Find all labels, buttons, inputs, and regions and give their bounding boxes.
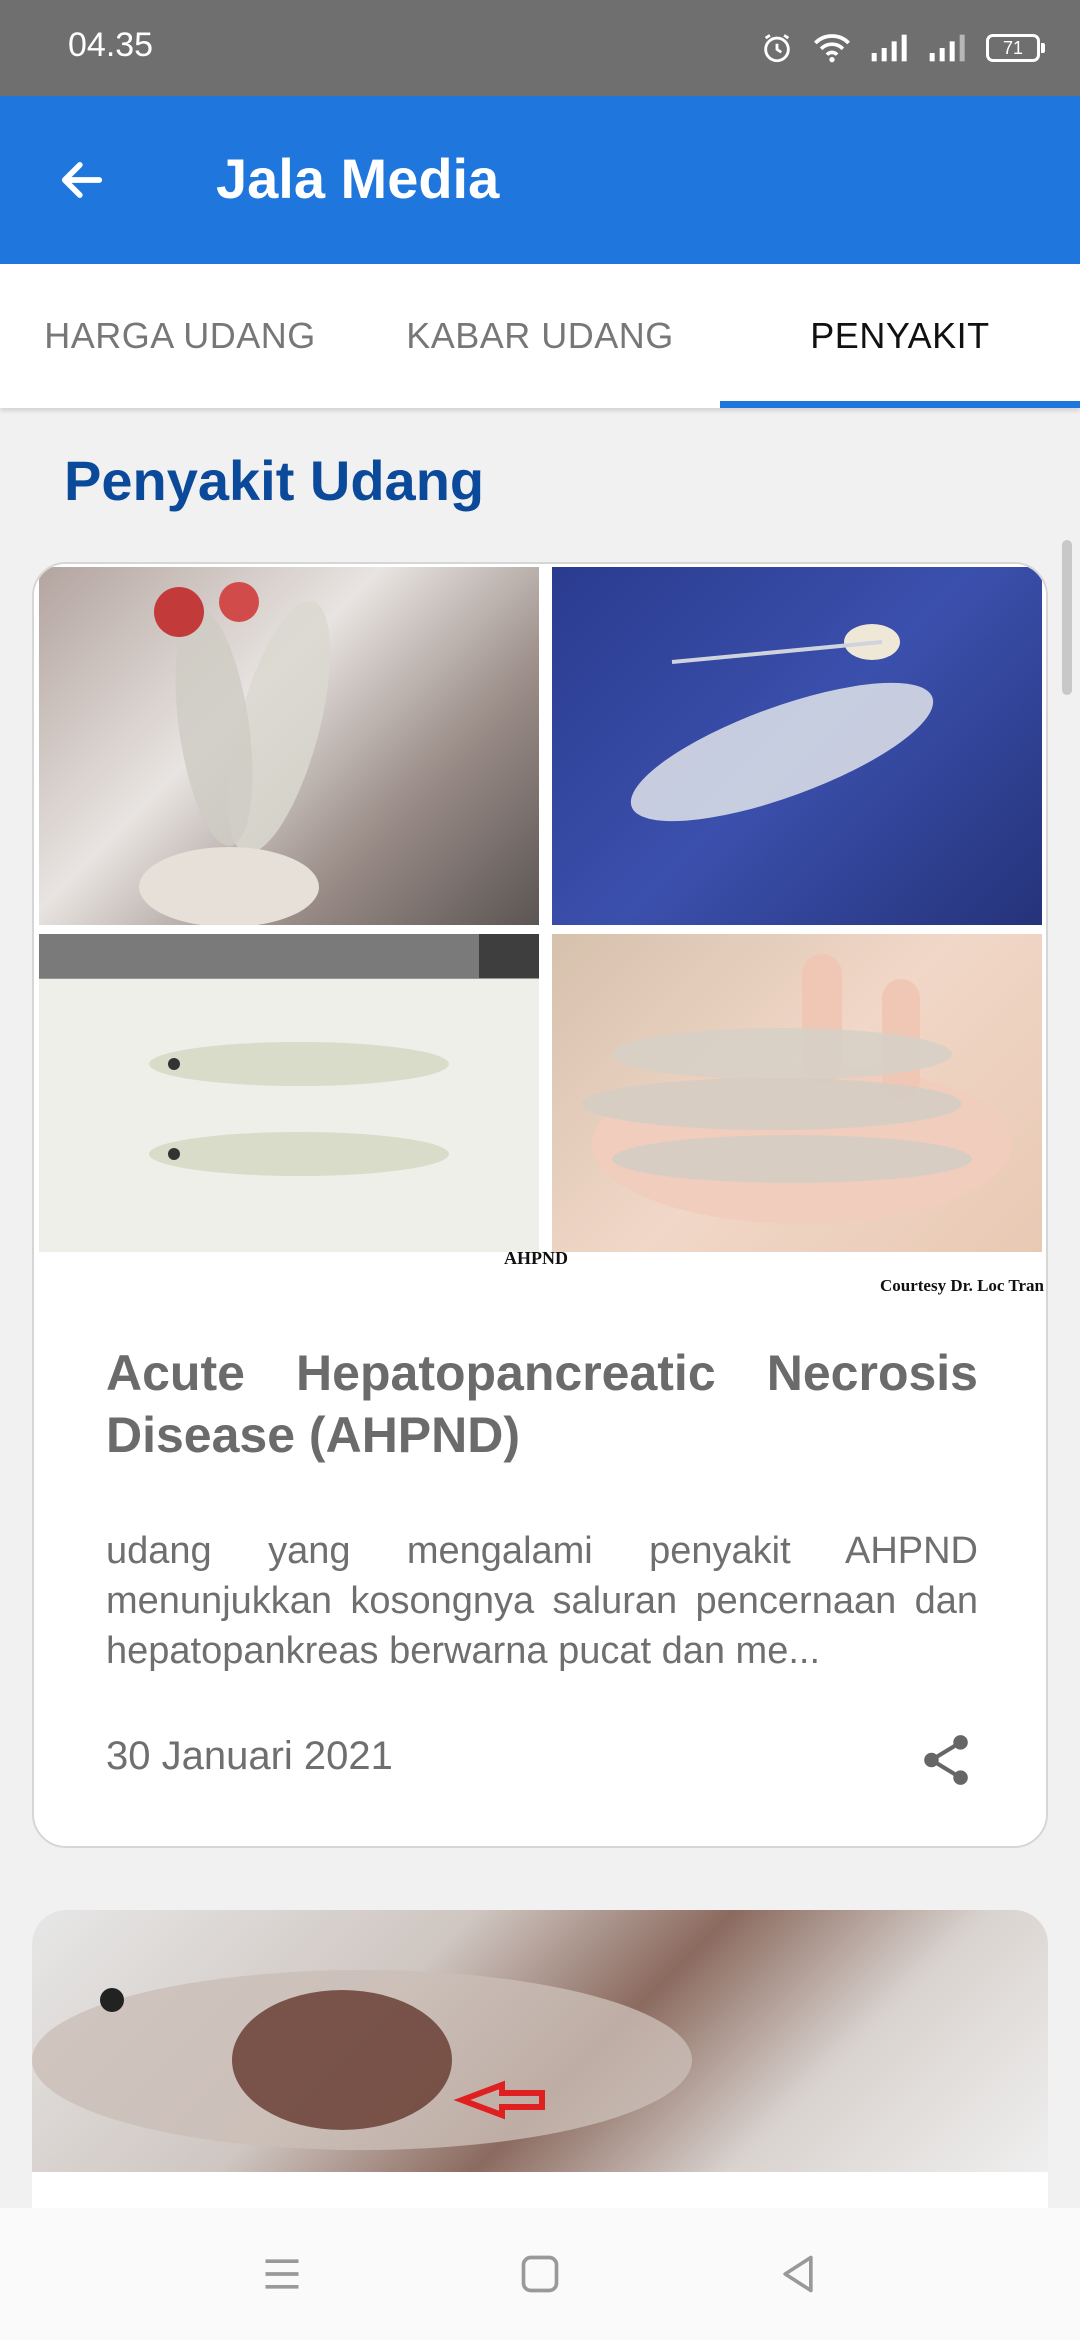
status-bar: 04.35 71 xyxy=(0,0,1080,96)
tab-bar: HARGA UDANG KABAR UDANG PENYAKIT xyxy=(0,264,1080,408)
home-button[interactable] xyxy=(508,2246,572,2302)
app-bar: Jala Media xyxy=(0,96,1080,264)
wifi-icon xyxy=(814,34,850,63)
scrollbar[interactable] xyxy=(1062,540,1072,695)
signal-icon xyxy=(929,34,965,62)
square-icon xyxy=(521,2255,559,2293)
article-image: AHPND Courtesy Dr. Loc Tran xyxy=(34,564,1046,1295)
tab-indicator xyxy=(720,401,1080,408)
section-title: Penyakit Udang xyxy=(64,449,485,512)
shrimp-photo xyxy=(552,934,1042,1252)
image-credit: Courtesy Dr. Loc Tran xyxy=(879,1276,1044,1295)
article-title: Acute Hepatopancreatic Necrosis Disease … xyxy=(106,1345,978,1463)
tab-kabar-udang[interactable]: KABAR UDANG xyxy=(360,264,720,408)
status-time: 04.35 xyxy=(68,26,154,64)
shrimp-photo xyxy=(39,567,539,925)
back-button[interactable] xyxy=(46,144,118,216)
tab-penyakit[interactable]: PENYAKIT xyxy=(720,264,1080,408)
menu-icon xyxy=(265,2259,299,2289)
article-card[interactable]: AHPND Courtesy Dr. Loc Tran Acute Hepato… xyxy=(32,562,1048,1848)
app-title: Jala Media xyxy=(216,147,500,210)
arrow-left-icon xyxy=(61,162,103,198)
article-date: 30 Januari 2021 xyxy=(106,1734,393,1778)
shrimp-photo xyxy=(39,934,539,1252)
status-icons: 71 xyxy=(760,28,1045,68)
article-description: udang yang mengalami penyakit AHPND menu… xyxy=(106,1530,978,1672)
triangle-back-icon xyxy=(783,2255,813,2293)
shrimp-photo xyxy=(552,567,1042,925)
share-icon xyxy=(924,1735,968,1785)
alarm-icon xyxy=(764,34,790,63)
recent-apps-button[interactable] xyxy=(250,2246,314,2302)
image-caption: AHPND xyxy=(504,1248,568,1268)
system-back-button[interactable] xyxy=(766,2246,830,2302)
signal-icon xyxy=(871,34,907,62)
system-nav-bar xyxy=(0,2208,1080,2340)
share-button[interactable] xyxy=(914,1728,978,1792)
battery-indicator: 71 xyxy=(986,34,1045,62)
article-image xyxy=(32,1910,1048,2172)
tab-harga-udang[interactable]: HARGA UDANG xyxy=(0,264,360,408)
